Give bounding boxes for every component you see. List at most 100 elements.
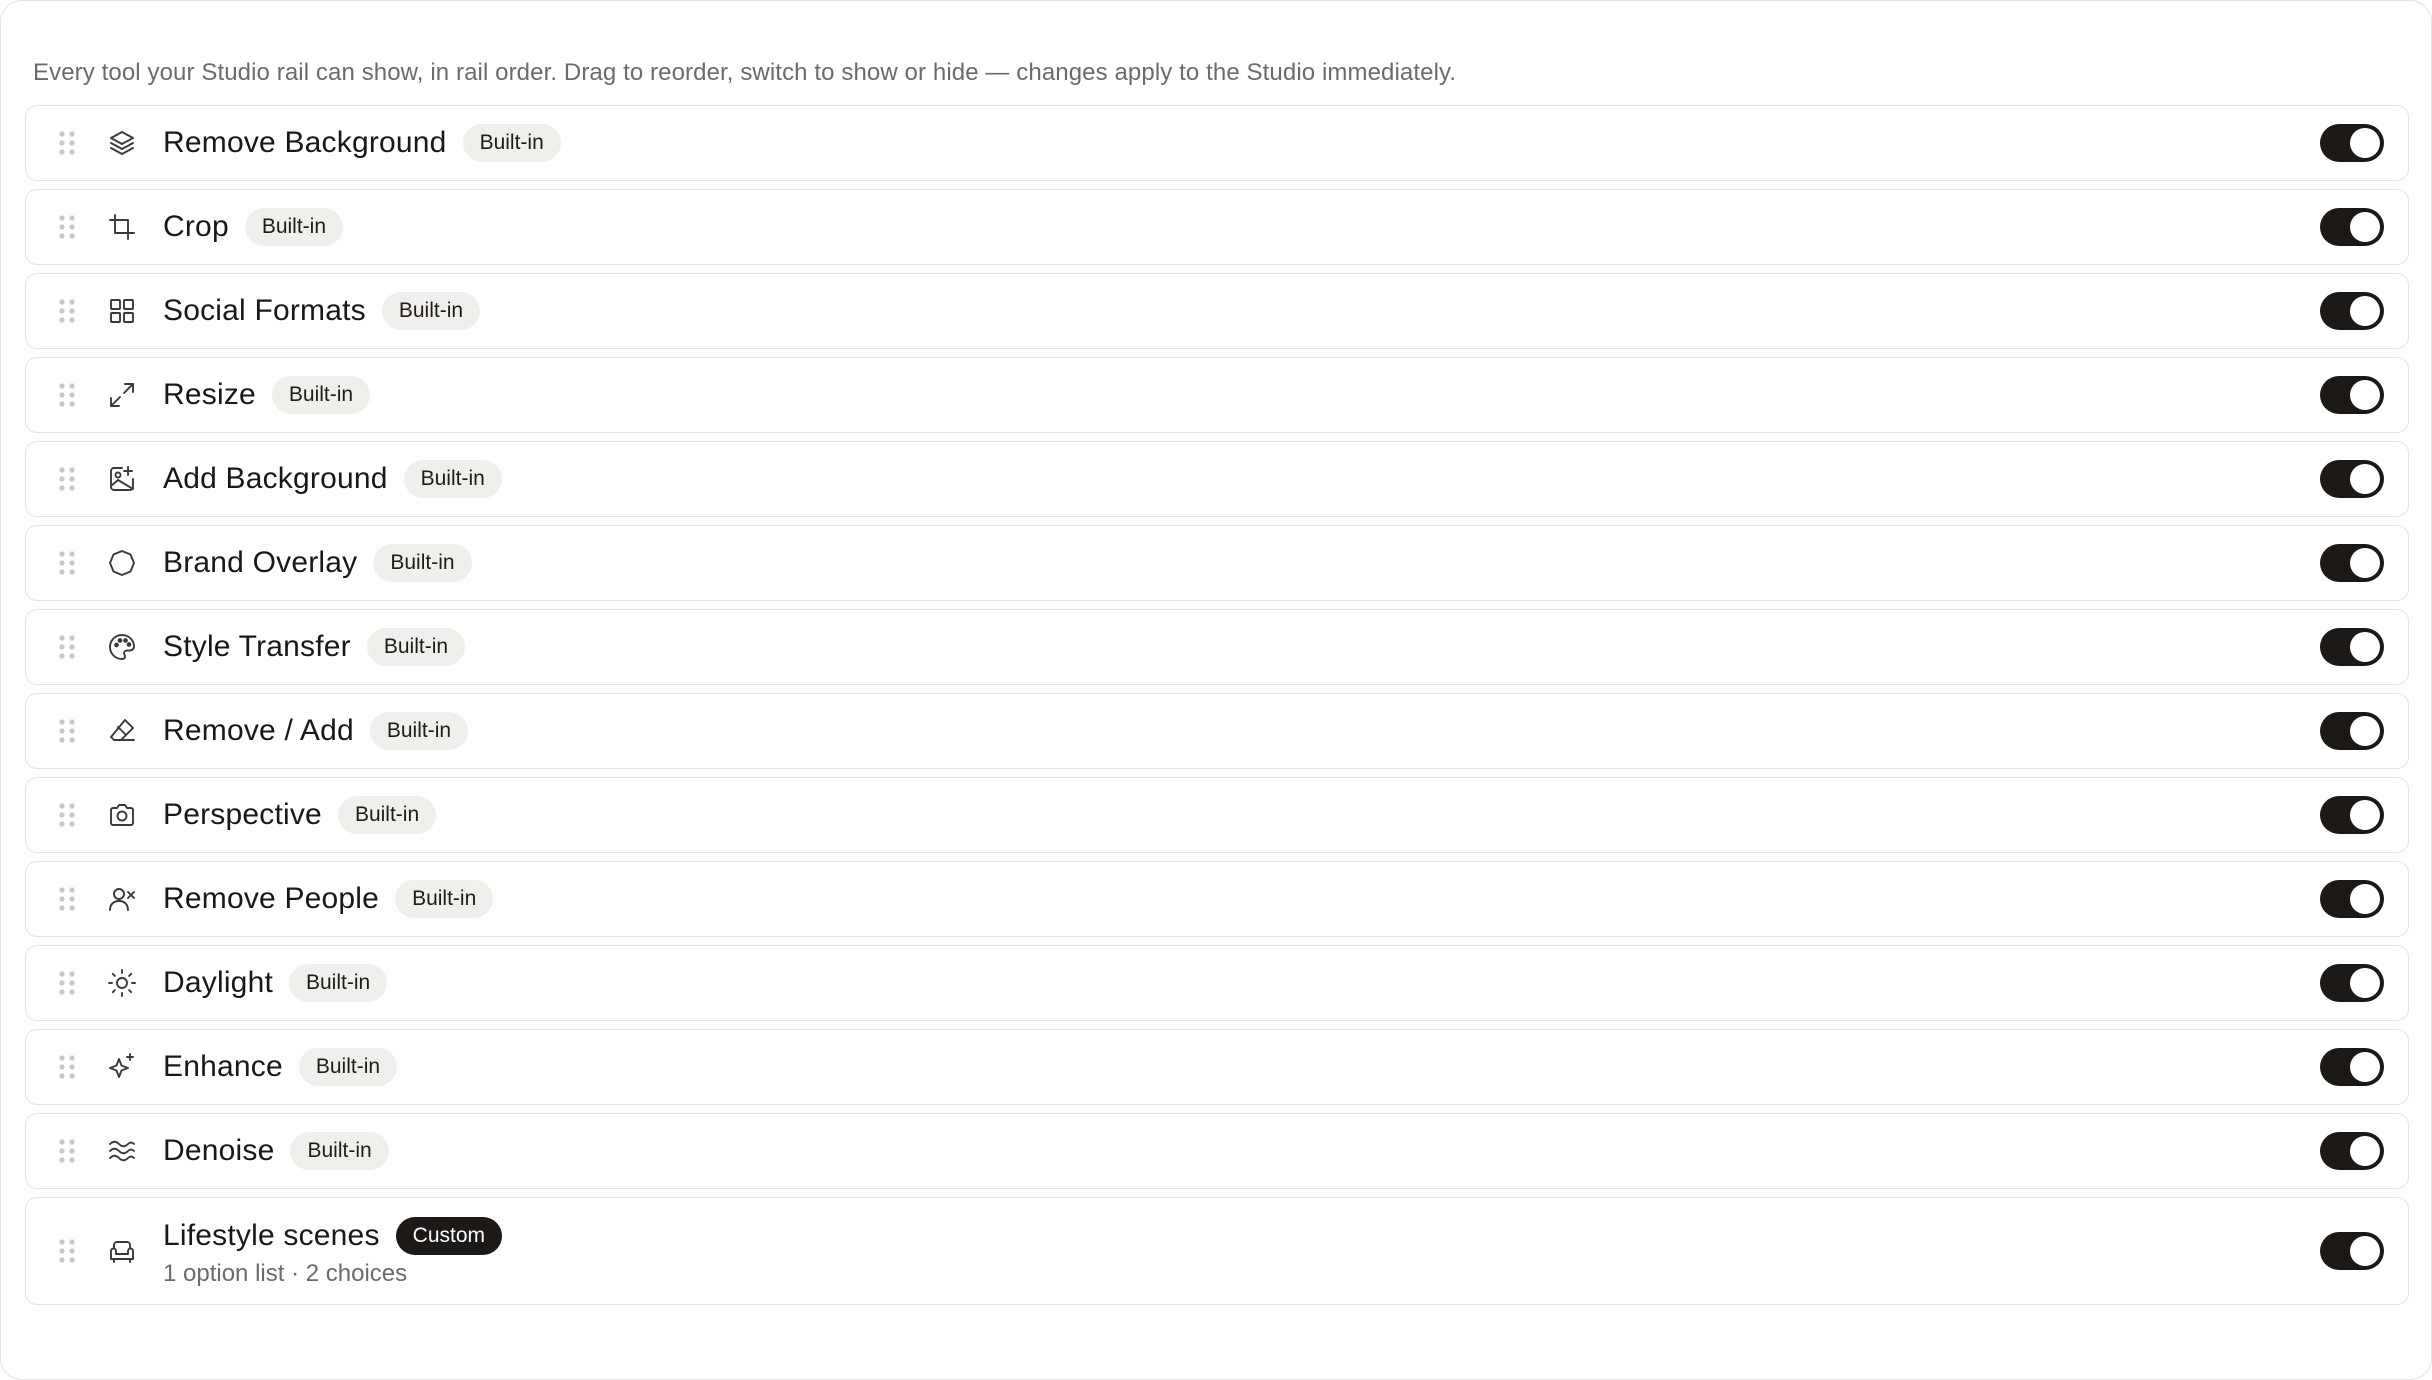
visibility-toggle[interactable] [2320, 460, 2384, 498]
tool-title-line: Denoise Built-in [163, 1129, 389, 1173]
tool-title-line: Social Formats Built-in [163, 289, 481, 333]
custom-badge: Custom [395, 1217, 503, 1255]
tool-title-line: Remove People Built-in [163, 877, 494, 921]
tool-row[interactable]: Social Formats Built-in [25, 273, 2409, 349]
tool-info: Remove Background Built-in [163, 121, 561, 165]
toggle-knob [2350, 296, 2380, 326]
tool-info: Perspective Built-in [163, 793, 437, 837]
tool-name: Enhance [163, 1050, 283, 1083]
visibility-toggle[interactable] [2320, 376, 2384, 414]
tool-row[interactable]: Remove Background Built-in [25, 105, 2409, 181]
visibility-toggle[interactable] [2320, 124, 2384, 162]
tool-row[interactable]: Remove / Add Built-in [25, 693, 2409, 769]
tool-info: Brand Overlay Built-in [163, 541, 472, 585]
tool-title-line: Add Background Built-in [163, 457, 502, 501]
tool-info: Resize Built-in [163, 373, 371, 417]
built-in-badge: Built-in [288, 964, 388, 1002]
tool-name: Resize [163, 378, 256, 411]
toggle-knob [2350, 884, 2380, 914]
tool-info: Remove People Built-in [163, 877, 494, 921]
built-in-badge: Built-in [244, 208, 344, 246]
tool-title-line: Style Transfer Built-in [163, 625, 466, 669]
tool-info: Denoise Built-in [163, 1129, 389, 1173]
tool-row[interactable]: Lifestyle scenes Custom 1 option list · 2 … [25, 1197, 2409, 1305]
drag-handle-icon[interactable] [58, 718, 76, 744]
waves-icon [106, 1135, 138, 1167]
tool-subtitle: 1 option list · 2 choices [163, 1260, 408, 1287]
built-in-badge: Built-in [403, 460, 502, 498]
drag-handle-icon[interactable] [58, 550, 76, 576]
toggle-knob [2350, 380, 2380, 410]
crop-icon [106, 211, 138, 243]
drag-handle-icon[interactable] [58, 802, 76, 828]
tool-row[interactable]: Remove People Built-in [25, 861, 2409, 937]
visibility-toggle[interactable] [2320, 1132, 2384, 1170]
tool-row[interactable]: Brand Overlay Built-in [25, 525, 2409, 601]
eraser-icon [106, 715, 138, 747]
tool-row[interactable]: Style Transfer Built-in [25, 609, 2409, 685]
tool-name: Social Formats [163, 294, 366, 327]
tool-row[interactable]: Add Background Built-in [25, 441, 2409, 517]
tool-row[interactable]: Crop Built-in [25, 189, 2409, 265]
visibility-toggle[interactable] [2320, 880, 2384, 918]
visibility-toggle[interactable] [2320, 1232, 2384, 1270]
built-in-badge: Built-in [369, 712, 469, 750]
toggle-knob [2350, 800, 2380, 830]
expand-arrows-icon [106, 379, 138, 411]
visibility-toggle[interactable] [2320, 292, 2384, 330]
drag-handle-icon[interactable] [58, 1054, 76, 1080]
palette-icon [106, 631, 138, 663]
image-plus-icon [106, 463, 138, 495]
tool-name: Brand Overlay [163, 546, 358, 579]
toggle-knob [2350, 716, 2380, 746]
drag-handle-icon[interactable] [58, 1138, 76, 1164]
visibility-toggle[interactable] [2320, 964, 2384, 1002]
tool-name: Remove Background [163, 126, 447, 159]
drag-handle-icon[interactable] [58, 466, 76, 492]
tool-row[interactable]: Enhance Built-in [25, 1029, 2409, 1105]
tool-name: Perspective [163, 798, 322, 831]
tool-title-line: Remove Background Built-in [163, 121, 561, 165]
tool-name: Remove / Add [163, 714, 354, 747]
drag-handle-icon[interactable] [58, 634, 76, 660]
drag-handle-icon[interactable] [58, 886, 76, 912]
tool-list: Remove Background Built-in Crop Built-in Soc… [25, 105, 2409, 1313]
drag-handle-icon[interactable] [58, 382, 76, 408]
tool-title-line: Lifestyle scenes Custom [163, 1214, 503, 1258]
drag-handle-icon[interactable] [58, 214, 76, 240]
toggle-knob [2350, 632, 2380, 662]
drag-handle-icon[interactable] [58, 298, 76, 324]
built-in-badge: Built-in [290, 1132, 389, 1170]
built-in-badge: Built-in [381, 292, 481, 330]
sparkles-icon [106, 1051, 138, 1083]
visibility-toggle[interactable] [2320, 1048, 2384, 1086]
visibility-toggle[interactable] [2320, 796, 2384, 834]
built-in-badge: Built-in [337, 796, 437, 834]
visibility-toggle[interactable] [2320, 712, 2384, 750]
tool-info: Remove / Add Built-in [163, 709, 469, 753]
built-in-badge: Built-in [395, 880, 494, 918]
tool-info: Enhance Built-in [163, 1045, 398, 1089]
toggle-knob [2350, 1136, 2380, 1166]
tool-row[interactable]: Perspective Built-in [25, 777, 2409, 853]
intro-text: Every tool your Studio rail can show, in… [33, 59, 1457, 86]
tool-info: Add Background Built-in [163, 457, 502, 501]
visibility-toggle[interactable] [2320, 544, 2384, 582]
tool-title-line: Daylight Built-in [163, 961, 388, 1005]
grid-icon [106, 295, 138, 327]
drag-handle-icon[interactable] [58, 970, 76, 996]
tool-row[interactable]: Denoise Built-in [25, 1113, 2409, 1189]
tool-row[interactable]: Resize Built-in [25, 357, 2409, 433]
drag-handle-icon[interactable] [58, 1238, 76, 1264]
tool-title-line: Remove / Add Built-in [163, 709, 469, 753]
sun-icon [106, 967, 138, 999]
tool-row[interactable]: Daylight Built-in [25, 945, 2409, 1021]
drag-handle-icon[interactable] [58, 130, 76, 156]
tool-name: Crop [163, 210, 229, 243]
tool-info: Style Transfer Built-in [163, 625, 466, 669]
built-in-badge: Built-in [298, 1048, 398, 1086]
tool-title-line: Perspective Built-in [163, 793, 437, 837]
visibility-toggle[interactable] [2320, 628, 2384, 666]
visibility-toggle[interactable] [2320, 208, 2384, 246]
tool-info: Daylight Built-in [163, 961, 388, 1005]
